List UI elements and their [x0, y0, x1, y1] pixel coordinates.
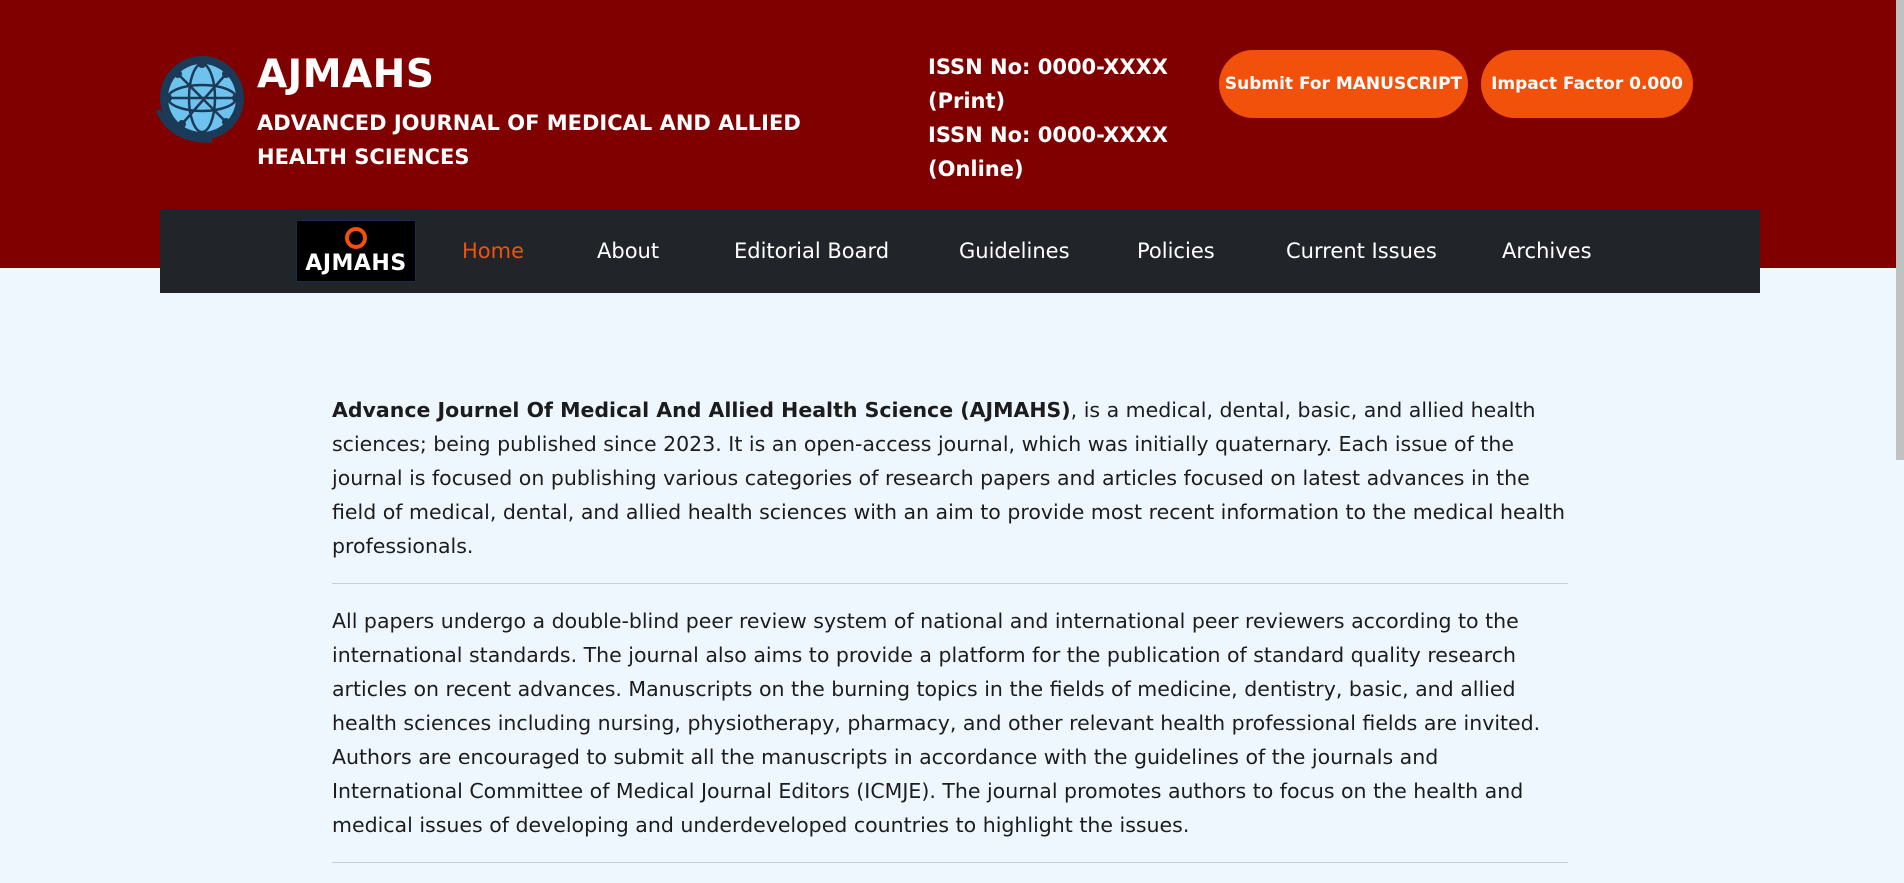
review-paragraph: All papers undergo a double-blind peer r… [332, 609, 1541, 837]
divider [332, 862, 1568, 863]
scrollbar-thumb[interactable] [1896, 0, 1904, 460]
nav-item-about[interactable]: About [597, 209, 659, 293]
main-content: Advance Journel Of Medical And Allied He… [332, 393, 1568, 863]
globe-network-icon[interactable] [152, 52, 248, 148]
nav-logo[interactable]: AJMAHS [296, 220, 416, 282]
page-scrollbar[interactable] [1896, 0, 1904, 883]
intro-paragraph: Advance Journel Of Medical And Allied He… [332, 393, 1568, 583]
site-subtitle: ADVANCED JOURNAL OF MEDICAL AND ALLIED H… [257, 111, 801, 169]
nav-item-archives[interactable]: Archives [1502, 209, 1592, 293]
issn-print: ISSN No: 0000-XXXX (Print) [928, 55, 1168, 113]
nav-item-editorial-board[interactable]: Editorial Board [734, 209, 889, 293]
journal-name: Advance Journel Of Medical And Allied He… [332, 398, 1071, 422]
issn-block: ISSN No: 0000-XXXX (Print) ISSN No: 0000… [928, 50, 1178, 186]
logo-ring-icon [345, 227, 367, 249]
nav-item-guidelines[interactable]: Guidelines [959, 209, 1070, 293]
impact-factor-button[interactable]: Impact Factor 0.000 [1481, 50, 1693, 118]
main-navbar: AJMAHS Home About Editorial Board Guidel… [160, 209, 1760, 293]
issn-online: ISSN No: 0000-XXXX (Online) [928, 123, 1168, 181]
nav-item-current-issues[interactable]: Current Issues [1286, 209, 1437, 293]
nav-item-policies[interactable]: Policies [1137, 209, 1215, 293]
submit-manuscript-button[interactable]: Submit For MANUSCRIPT [1219, 50, 1468, 118]
nav-logo-text: AJMAHS [305, 251, 407, 276]
brand-block: AJMAHS ADVANCED JOURNAL OF MEDICAL AND A… [257, 52, 897, 174]
nav-item-home[interactable]: Home [462, 209, 524, 293]
site-title[interactable]: AJMAHS [257, 52, 897, 98]
intro-text: , is a medical, dental, basic, and allie… [332, 398, 1565, 558]
